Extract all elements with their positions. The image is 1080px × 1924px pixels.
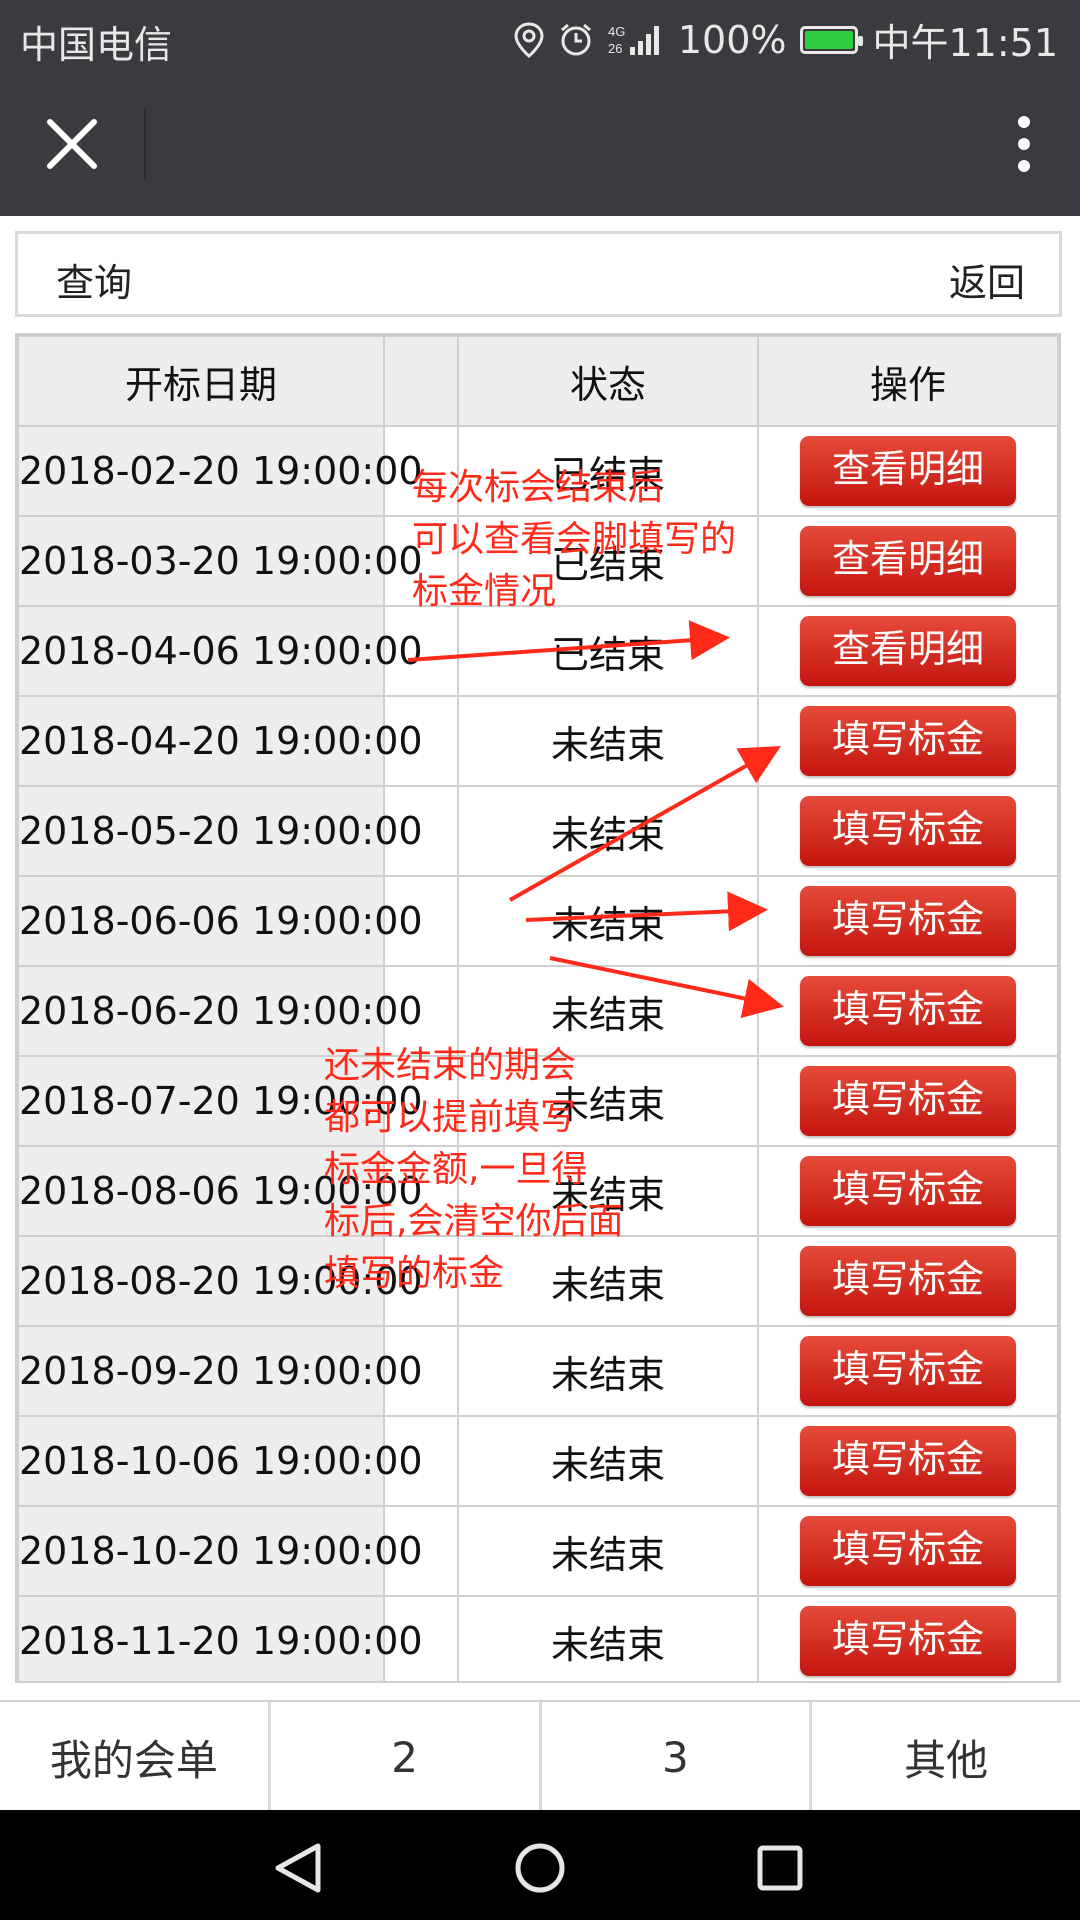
location-icon	[514, 21, 544, 58]
cell-action: 查看明细	[757, 425, 1059, 517]
cell-action: 填写标金	[757, 1505, 1059, 1597]
fill-bid-button[interactable]: 填写标金	[800, 1426, 1016, 1496]
table-row: 2018-10-06 19:00:00 未结束 填写标金	[17, 1415, 1059, 1507]
cell-action: 填写标金	[757, 1145, 1059, 1237]
fill-bid-button[interactable]: 填写标金	[800, 1606, 1016, 1676]
cell-action: 填写标金	[757, 1235, 1059, 1327]
svg-text:4G: 4G	[608, 24, 625, 39]
header-date: 开标日期	[17, 335, 385, 427]
more-icon[interactable]	[1004, 112, 1044, 176]
close-icon[interactable]	[40, 112, 104, 176]
cell-status: 未结束	[457, 875, 759, 967]
annotation-finished: 每次标会结束后 可以查看会脚填写的 标金情况	[412, 467, 737, 612]
cell-status: 未结束	[457, 1415, 759, 1507]
view-detail-button[interactable]: 查看明细	[800, 436, 1016, 506]
cell-date: 2018-11-20 19:00:00	[17, 1595, 423, 1681]
table-row: 2018-05-20 19:00:00 未结束 填写标金	[17, 785, 1059, 877]
cell-date: 2018-10-06 19:00:00	[17, 1415, 423, 1507]
cell-date: 2018-02-20 19:00:00	[17, 425, 423, 517]
cell-status: 未结束	[457, 1595, 759, 1681]
battery-icon	[800, 25, 864, 54]
cell-action: 填写标金	[757, 965, 1059, 1057]
fill-bid-button[interactable]: 填写标金	[800, 1156, 1016, 1226]
fill-bid-button[interactable]: 填写标金	[800, 1516, 1016, 1586]
battery-percent: 100%	[677, 17, 787, 62]
annotation-unfinished: 还未结束的期会 都可以提前填写 标金金额,一旦得 标后,会清空你后面 填写的标金	[324, 1045, 624, 1294]
status-bar: 中国电信 4G 26 100% 中午11:51	[0, 0, 1080, 72]
view-detail-button[interactable]: 查看明细	[800, 616, 1016, 686]
query-bar: 查询 返回	[15, 231, 1062, 317]
home-nav-icon	[515, 1843, 565, 1893]
table-header-row: 开标日期 状态 操作	[17, 335, 1059, 427]
fill-bid-button[interactable]: 填写标金	[800, 1336, 1016, 1406]
tab-2[interactable]: 2	[271, 1702, 542, 1812]
title-divider	[144, 108, 146, 180]
fill-bid-button[interactable]: 填写标金	[800, 886, 1016, 956]
cell-action: 填写标金	[757, 1415, 1059, 1507]
cell-status: 未结束	[457, 785, 759, 877]
cell-status: 未结束	[457, 1505, 759, 1597]
cell-action: 填写标金	[757, 1055, 1059, 1147]
query-button[interactable]: 查询	[56, 252, 132, 307]
fill-bid-button[interactable]: 填写标金	[800, 796, 1016, 866]
cell-date: 2018-09-20 19:00:00	[17, 1325, 423, 1417]
table-row: 2018-10-20 19:00:00 未结束 填写标金	[17, 1505, 1059, 1597]
back-button[interactable]: 返回	[949, 252, 1025, 307]
cell-date: 2018-04-06 19:00:00	[17, 605, 423, 697]
recent-nav-icon	[757, 1845, 803, 1891]
cell-date: 2018-03-20 19:00:00	[17, 515, 423, 607]
bottom-tab-bar: 我的会单 2 3 其他	[0, 1700, 1080, 1812]
svg-text:26: 26	[608, 41, 622, 56]
fill-bid-button[interactable]: 填写标金	[800, 1066, 1016, 1136]
cell-action: 填写标金	[757, 785, 1059, 877]
cell-date: 2018-04-20 19:00:00	[17, 695, 423, 787]
title-bar	[0, 72, 1080, 216]
system-nav-bar	[0, 1810, 1080, 1920]
fill-bid-button[interactable]: 填写标金	[800, 1246, 1016, 1316]
cell-action: 查看明细	[757, 515, 1059, 607]
cell-action: 查看明细	[757, 605, 1059, 697]
tab-other[interactable]: 其他	[812, 1702, 1080, 1812]
fill-bid-button[interactable]: 填写标金	[800, 976, 1016, 1046]
view-detail-button[interactable]: 查看明细	[800, 526, 1016, 596]
cell-date: 2018-10-20 19:00:00	[17, 1505, 423, 1597]
carrier-label: 中国电信	[20, 23, 173, 67]
table-row: 2018-04-06 19:00:00 已结束 查看明细	[17, 605, 1059, 697]
table-row: 2018-11-20 19:00:00 未结束 填写标金	[17, 1595, 1059, 1681]
header-status: 状态	[457, 335, 759, 427]
header-action: 操作	[757, 335, 1059, 427]
table-row: 2018-04-20 19:00:00 未结束 填写标金	[17, 695, 1059, 787]
cell-action: 填写标金	[757, 1325, 1059, 1417]
table-row: 2018-06-06 19:00:00 未结束 填写标金	[17, 875, 1059, 967]
cell-status: 已结束	[457, 605, 759, 697]
cell-status: 未结束	[457, 695, 759, 787]
cell-action: 填写标金	[757, 1595, 1059, 1681]
tab-3[interactable]: 3	[542, 1702, 813, 1812]
cell-date: 2018-05-20 19:00:00	[17, 785, 423, 877]
cell-action: 填写标金	[757, 695, 1059, 787]
fill-bid-button[interactable]: 填写标金	[800, 706, 1016, 776]
back-nav-icon	[275, 1843, 321, 1893]
alarm-icon	[558, 22, 594, 58]
signal-icon: 4G 26	[608, 23, 664, 57]
cell-action: 填写标金	[757, 875, 1059, 967]
cell-date: 2018-06-06 19:00:00	[17, 875, 423, 967]
table-row: 2018-09-20 19:00:00 未结束 填写标金	[17, 1325, 1059, 1417]
status-bar-right: 4G 26 100% 中午11:51	[514, 12, 1058, 67]
tab-my-orders[interactable]: 我的会单	[0, 1702, 271, 1812]
clock: 中午11:51	[872, 21, 1058, 65]
header-blank	[383, 335, 459, 427]
cell-status: 未结束	[457, 1325, 759, 1417]
